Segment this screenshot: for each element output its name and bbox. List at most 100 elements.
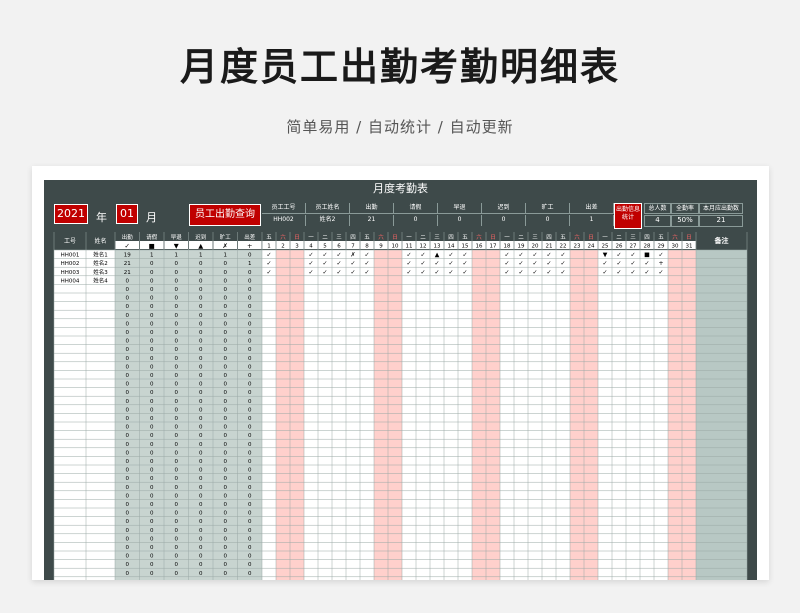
status-count: 0 — [248, 347, 252, 353]
status-count: 0 — [199, 287, 203, 293]
day-number: 3 — [295, 244, 299, 250]
status-count: 0 — [175, 407, 179, 413]
page: 月度员工出勤考勤明细表 简单易用 / 自动统计 / 自动更新 月度考勤表 202… — [0, 0, 800, 613]
attendance-mark: ✓ — [616, 252, 621, 259]
status-count: 0 — [150, 502, 154, 508]
status-count: 0 — [248, 442, 252, 448]
employee-query-button[interactable]: 员工出勤查询 — [189, 204, 261, 226]
query-header: 员工工号 — [262, 203, 306, 214]
stats-label-line1: 出勤信息 — [615, 206, 640, 213]
status-count: 0 — [150, 511, 154, 517]
attendance-mark: ✓ — [630, 252, 635, 259]
weekend-column — [682, 250, 696, 580]
attendance-mark: ✓ — [602, 269, 607, 276]
status-count: 0 — [224, 270, 228, 276]
status-count: 0 — [224, 399, 228, 405]
status-count: 0 — [224, 356, 228, 362]
status-count: 0 — [199, 390, 203, 396]
status-count: 0 — [224, 321, 228, 327]
status-count: 0 — [224, 339, 228, 345]
query-value: 0 — [394, 215, 438, 226]
weekday-label: 四 — [448, 234, 454, 241]
month-input[interactable]: 01 — [116, 204, 138, 224]
status-count: 0 — [126, 433, 130, 439]
status-count: 0 — [126, 511, 130, 517]
status-count: 0 — [175, 502, 179, 508]
status-count: 0 — [126, 399, 130, 405]
status-count: 0 — [248, 562, 252, 568]
status-count: 0 — [126, 545, 130, 551]
year-input[interactable]: 2021 — [54, 204, 88, 224]
status-count: 0 — [175, 450, 179, 456]
status-count: 0 — [175, 433, 179, 439]
attendance-mark: ✓ — [462, 252, 467, 259]
status-count: 0 — [126, 278, 130, 284]
day-number: 24 — [588, 244, 595, 250]
day-number: 14 — [448, 244, 455, 250]
stats-label: 出勤信息 统计 — [614, 203, 642, 229]
status-count: 0 — [248, 511, 252, 517]
status-count: 0 — [150, 382, 154, 388]
attendance-mark: ✓ — [308, 252, 313, 259]
status-count: 0 — [175, 519, 179, 525]
status-count: 0 — [175, 425, 179, 431]
status-count: 0 — [126, 502, 130, 508]
status-count: 0 — [248, 339, 252, 345]
weekday-label: 六 — [476, 233, 482, 241]
remark-column-bg — [696, 250, 747, 580]
day-number: 7 — [351, 244, 355, 250]
status-count: 0 — [224, 562, 228, 568]
status-count: 21 — [124, 261, 131, 267]
status-count: 0 — [224, 450, 228, 456]
status-count: 0 — [224, 536, 228, 542]
day-number: 30 — [672, 244, 679, 250]
status-count: 0 — [175, 554, 179, 560]
status-count: 0 — [150, 545, 154, 551]
weekend-column — [584, 250, 598, 580]
status-count: 0 — [224, 511, 228, 517]
status-count: 0 — [248, 382, 252, 388]
status-count: 0 — [175, 304, 179, 310]
attendance-mark: ✓ — [406, 269, 411, 276]
status-count: 0 — [199, 270, 203, 276]
status-count: 0 — [199, 373, 203, 379]
status-count: 0 — [224, 528, 228, 534]
status-symbol: ■ — [149, 242, 155, 250]
status-count: 0 — [224, 382, 228, 388]
attendance-mark: ✓ — [658, 252, 663, 259]
attendance-mark: ✓ — [462, 269, 467, 276]
status-count: 0 — [126, 416, 130, 422]
status-count: 0 — [175, 459, 179, 465]
attendance-mark: ✓ — [420, 252, 425, 259]
status-count: 0 — [126, 459, 130, 465]
weekend-column — [668, 250, 682, 580]
status-count: 0 — [126, 296, 130, 302]
attendance-mark: ✓ — [322, 260, 327, 267]
status-count: 0 — [126, 485, 130, 491]
attendance-mark: ✓ — [504, 252, 509, 259]
status-count: 0 — [248, 390, 252, 396]
weekday-label: 二 — [322, 235, 328, 241]
attendance-mark: ✓ — [406, 260, 411, 267]
attendance-mark: ✓ — [546, 252, 551, 259]
day-number: 28 — [644, 244, 651, 250]
status-count: 0 — [126, 468, 130, 474]
query-value: 0 — [526, 215, 570, 226]
status-count: 0 — [248, 356, 252, 362]
status-count: 0 — [199, 511, 203, 517]
employee-name: 姓名4 — [93, 276, 108, 284]
status-symbol: ✓ — [125, 242, 130, 250]
status-count: 0 — [199, 296, 203, 302]
day-number: 29 — [658, 244, 665, 250]
day-number: 20 — [532, 244, 539, 250]
status-count: 0 — [126, 304, 130, 310]
status-count: 0 — [175, 416, 179, 422]
query-header: 请假 — [394, 203, 438, 214]
query-value: 21 — [350, 215, 394, 226]
day-number: 25 — [602, 244, 609, 250]
col-header-id: 工号 — [64, 238, 76, 245]
query-header: 员工姓名 — [306, 203, 350, 214]
attendance-mark: ✓ — [364, 260, 369, 267]
status-count: 0 — [126, 347, 130, 353]
weekday-label: 二 — [616, 235, 622, 241]
